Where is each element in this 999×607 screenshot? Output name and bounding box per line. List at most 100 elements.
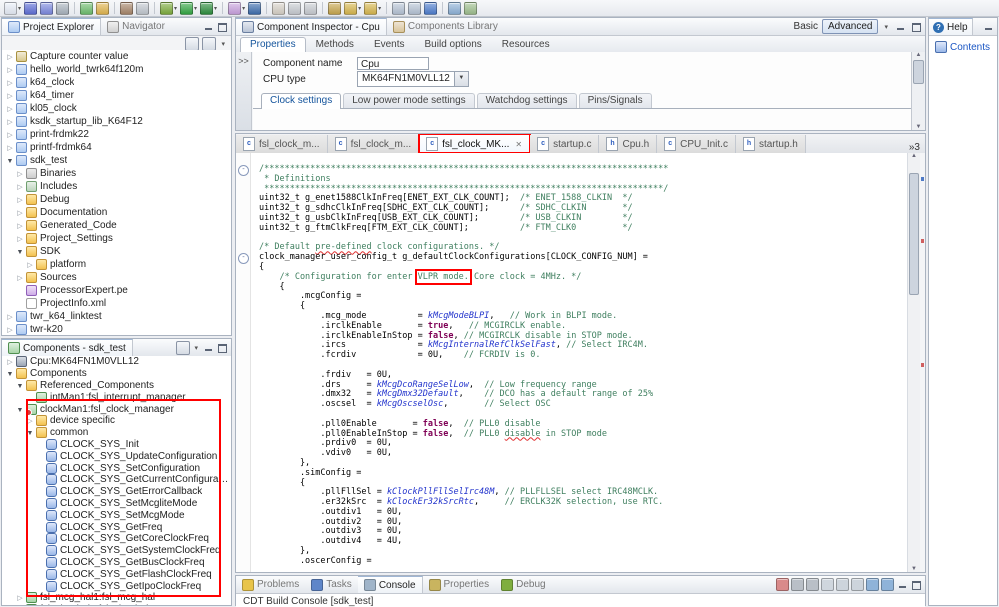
- scroll-down-icon[interactable]: ▼: [911, 566, 917, 572]
- new-pe-component-icon[interactable]: [79, 1, 94, 15]
- tree-item[interactable]: clockMan1:fsl_clock_manager: [2, 403, 231, 416]
- expander-icon[interactable]: [15, 380, 25, 391]
- minimize-icon[interactable]: [896, 579, 908, 590]
- settings-tab-low-power-mode-settings[interactable]: Low power mode settings: [343, 93, 475, 108]
- expander-icon[interactable]: [5, 142, 15, 153]
- tree-item[interactable]: CLOCK_SYS_GetBusClockFreq: [2, 556, 231, 569]
- collapse-all-icon[interactable]: [185, 36, 200, 51]
- expander-icon[interactable]: [15, 272, 25, 283]
- expander-icon[interactable]: [5, 90, 15, 101]
- tree-item[interactable]: Components: [2, 368, 231, 380]
- remove-all-launches-icon[interactable]: [806, 578, 819, 591]
- tree-item[interactable]: CLOCK_SYS_Init: [2, 438, 231, 451]
- basic-toggle[interactable]: Basic: [794, 21, 818, 32]
- tree-item[interactable]: CLOCK_SYS_GetFlashClockFreq: [2, 568, 231, 580]
- tree-item[interactable]: CLOCK_SYS_UpdateConfiguration: [2, 450, 231, 462]
- tree-item[interactable]: Generated_Code: [2, 219, 231, 232]
- display-selected-console-icon[interactable]: [866, 578, 879, 591]
- editor-tab-startup-h[interactable]: h startup.h: [735, 135, 806, 153]
- component-name-field[interactable]: Cpu: [357, 56, 429, 70]
- new-icon[interactable]: ▾: [3, 1, 22, 15]
- tab-component-inspector[interactable]: Component Inspector - Cpu: [236, 18, 387, 35]
- tree-item[interactable]: fsl_sim_hal1:fsl_sim_hal: [2, 604, 231, 605]
- tab-debug[interactable]: Debug: [495, 576, 551, 593]
- editor-tab-fsl-clock-m-[interactable]: c fsl_clock_m...: [236, 135, 328, 153]
- tab-problems[interactable]: Problems: [236, 576, 305, 593]
- pe-inspector-icon[interactable]: [447, 1, 462, 15]
- cpu-type-select[interactable]: MK64FN1M0VLL12 ▼: [357, 71, 469, 87]
- tree-item[interactable]: platform: [2, 258, 231, 271]
- chevron-down-icon[interactable]: ▼: [453, 72, 468, 86]
- maximize-icon[interactable]: [910, 21, 922, 32]
- tree-item[interactable]: intMan1:fsl_interrupt_manager: [2, 391, 231, 403]
- tree-item[interactable]: common: [2, 427, 231, 439]
- previous-annotation-icon[interactable]: [303, 1, 318, 15]
- expander-icon[interactable]: [5, 51, 15, 62]
- tree-item[interactable]: CLOCK_SYS_GetErrorCallback: [2, 486, 231, 498]
- expander-icon[interactable]: [5, 324, 15, 335]
- scrollbar-thumb[interactable]: [909, 173, 919, 295]
- back-icon[interactable]: ▾: [343, 1, 362, 15]
- view-menu-icon[interactable]: ▾: [192, 344, 200, 352]
- maximize-icon[interactable]: [216, 342, 228, 353]
- link-with-editor-icon[interactable]: [202, 36, 217, 51]
- forward-icon[interactable]: ▾: [363, 1, 382, 15]
- clean-icon[interactable]: [135, 1, 150, 15]
- expander-icon[interactable]: [15, 233, 25, 244]
- tree-item[interactable]: twr_k64_linktest: [2, 310, 231, 323]
- settings-tab-watchdog-settings[interactable]: Watchdog settings: [476, 93, 577, 108]
- dropdown-arrow-icon[interactable]: ▾: [214, 5, 217, 12]
- remove-launch-icon[interactable]: [791, 578, 804, 591]
- minimize-icon[interactable]: [202, 342, 214, 353]
- editor-tab-startup-c[interactable]: c startup.c: [530, 135, 600, 153]
- tree-item[interactable]: ProcessorExpert.pe: [2, 284, 231, 297]
- tree-item[interactable]: CLOCK_SYS_GetCoreClockFreq: [2, 533, 231, 545]
- expander-icon[interactable]: [5, 129, 15, 140]
- editor-tab-fsl-clock-mk-[interactable]: c fsl_clock_MK... ✕: [418, 134, 532, 153]
- tree-item[interactable]: printf-frdmk64: [2, 141, 231, 154]
- tab-properties[interactable]: Properties: [423, 576, 496, 593]
- tab-tasks[interactable]: Tasks: [305, 576, 358, 593]
- expander-icon[interactable]: [5, 368, 15, 379]
- tree-item[interactable]: CLOCK_SYS_GetIpoClockFreq: [2, 580, 231, 592]
- tree-item[interactable]: CLOCK_SYS_SetMcgliteMode: [2, 497, 231, 510]
- tab-components-library[interactable]: Components Library: [387, 18, 504, 35]
- tree-item[interactable]: Binaries: [2, 167, 231, 180]
- tab-project-explorer[interactable]: Project Explorer: [2, 18, 102, 35]
- tree-item[interactable]: ProjectInfo.xml: [2, 297, 231, 310]
- dropdown-arrow-icon[interactable]: ▾: [358, 5, 361, 12]
- inspector-tab-build-options[interactable]: Build options: [415, 37, 492, 52]
- filter-icon[interactable]: [176, 340, 191, 355]
- tab-overflow-indicator[interactable]: »3: [904, 142, 925, 153]
- toggle-breakpoint-icon[interactable]: [423, 1, 438, 15]
- expander-icon[interactable]: [15, 194, 25, 205]
- build-icon[interactable]: [119, 1, 134, 15]
- close-icon[interactable]: ✕: [515, 140, 522, 149]
- tab-navigator[interactable]: Navigator: [101, 18, 171, 35]
- expander-icon[interactable]: [25, 427, 35, 438]
- tree-item[interactable]: CLOCK_SYS_GetFreq: [2, 521, 231, 533]
- terminate-icon[interactable]: [776, 578, 789, 591]
- tree-item[interactable]: device specific: [2, 415, 231, 427]
- tree-item[interactable]: SDK: [2, 245, 231, 258]
- expander-icon[interactable]: [15, 168, 25, 179]
- dropdown-arrow-icon[interactable]: ▾: [194, 5, 197, 12]
- tree-item[interactable]: Includes: [2, 180, 231, 193]
- contents-link[interactable]: Contents: [950, 42, 990, 53]
- tab-console[interactable]: Console: [357, 576, 423, 593]
- clear-console-icon[interactable]: [821, 578, 834, 591]
- maximize-icon[interactable]: [216, 21, 228, 32]
- expander-icon[interactable]: [5, 77, 15, 88]
- tree-item[interactable]: Sources: [2, 271, 231, 284]
- tree-item[interactable]: ksdk_startup_lib_K64F12: [2, 115, 231, 128]
- save-all-icon[interactable]: [39, 1, 54, 15]
- tree-item[interactable]: Project_Settings: [2, 232, 231, 245]
- minimize-icon[interactable]: [894, 21, 906, 32]
- fold-collapse-icon[interactable]: [238, 165, 249, 176]
- debug-icon[interactable]: ▾: [159, 1, 178, 15]
- pin-console-icon[interactable]: [851, 578, 864, 591]
- expander-icon[interactable]: [25, 259, 35, 270]
- scroll-up-icon[interactable]: ▲: [911, 153, 917, 159]
- inspector-tab-properties[interactable]: Properties: [240, 37, 306, 52]
- open-resource-icon[interactable]: [407, 1, 422, 15]
